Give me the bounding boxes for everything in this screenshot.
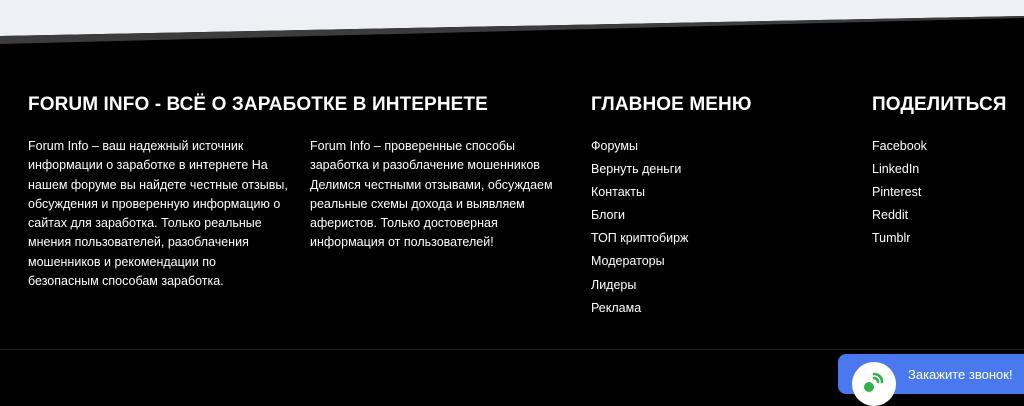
page-top-edge: [0, 0, 1024, 44]
menu-item-top-exchanges: ТОП криптобирж: [591, 229, 688, 252]
menu-link-leaders[interactable]: Лидеры: [591, 278, 636, 292]
main-menu-list: Форумы Вернуть деньги Контакты Блоги ТОП…: [591, 137, 688, 322]
callback-button[interactable]: Закажите звонок!: [838, 354, 1024, 406]
share-item-tumblr: Tumblr: [872, 229, 927, 252]
share-link-facebook[interactable]: Facebook: [872, 139, 927, 153]
share-link-pinterest[interactable]: Pinterest: [872, 185, 921, 199]
share-link-reddit[interactable]: Reddit: [872, 208, 908, 222]
menu-item-leaders: Лидеры: [591, 276, 688, 299]
menu-item-blogs: Блоги: [591, 206, 688, 229]
footer-divider: [0, 349, 1024, 350]
main-menu-heading: ГЛАВНОЕ МЕНЮ: [591, 94, 752, 115]
menu-link-refund[interactable]: Вернуть деньги: [591, 162, 681, 176]
phone-icon: [852, 362, 896, 406]
about-heading: FORUM INFO - ВСЁ О ЗАРАБОТКЕ В ИНТЕРНЕТЕ: [28, 94, 488, 115]
share-list: Facebook LinkedIn Pinterest Reddit Tumbl…: [872, 137, 927, 252]
share-item-reddit: Reddit: [872, 206, 927, 229]
menu-link-moderators[interactable]: Модераторы: [591, 254, 665, 268]
share-heading: ПОДЕЛИТЬСЯ: [872, 94, 1007, 115]
menu-item-moderators: Модераторы: [591, 252, 688, 275]
menu-link-contacts[interactable]: Контакты: [591, 185, 645, 199]
about-text-left: Forum Info – ваш надежный источник инфор…: [28, 139, 288, 289]
share-link-tumblr[interactable]: Tumblr: [872, 231, 910, 245]
menu-link-forums[interactable]: Форумы: [591, 139, 638, 153]
share-item-linkedin: LinkedIn: [872, 160, 927, 183]
share-item-pinterest: Pinterest: [872, 183, 927, 206]
menu-link-advertising[interactable]: Реклама: [591, 301, 641, 315]
share-item-facebook: Facebook: [872, 137, 927, 160]
menu-link-top-exchanges[interactable]: ТОП криптобирж: [591, 231, 688, 245]
share-link-linkedin[interactable]: LinkedIn: [872, 162, 919, 176]
menu-item-advertising: Реклама: [591, 299, 688, 322]
menu-item-forums: Форумы: [591, 137, 688, 160]
menu-item-refund: Вернуть деньги: [591, 160, 688, 183]
menu-item-contacts: Контакты: [591, 183, 688, 206]
about-text-right: Forum Info – проверенные способы заработ…: [310, 139, 553, 250]
callback-label: Закажите звонок!: [908, 367, 1013, 382]
menu-link-blogs[interactable]: Блоги: [591, 208, 625, 222]
